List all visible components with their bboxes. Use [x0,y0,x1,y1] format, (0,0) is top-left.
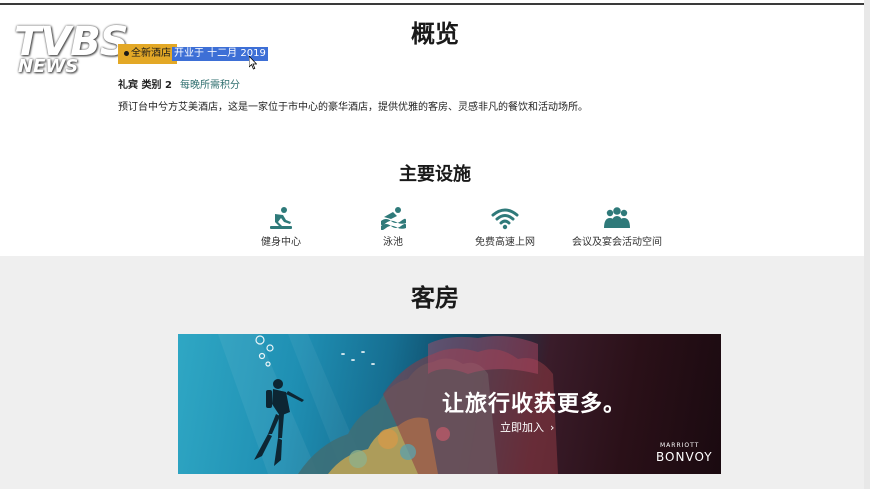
marriott-bonvoy-banner[interactable]: 让旅行收获更多。 立即加入 › MARRIOTT BONVOY [178,334,721,474]
badge-label: 全新酒店 [131,48,171,59]
amenity-meeting: 会议及宴会活动空间 [557,206,677,248]
amenity-pool: 泳池 [333,206,453,248]
amenities-title: 主要设施 [399,164,471,185]
pool-icon [381,207,406,230]
amenity-label: 免费高速上网 [475,237,535,248]
elite-category-label: 礼宾 类别 2 [118,80,172,91]
bonvoy-wordmark: BONVOY [656,450,713,464]
amenity-label: 会议及宴会活动空间 [572,237,662,248]
scrollbar-track[interactable] [864,0,870,489]
amenity-wifi: 免费高速上网 [445,206,565,248]
new-hotel-badge: 全新酒店 [118,44,177,64]
banner-headline: 让旅行收获更多。 [442,392,627,417]
amenity-label: 健身中心 [261,237,301,248]
meeting-icon [604,207,630,228]
wifi-icon [491,208,519,230]
join-now-label: 立即加入 [500,421,544,434]
badge-dot-icon [124,50,129,56]
rooms-title: 客房 [411,284,459,312]
marriott-wordmark: MARRIOTT [660,442,700,449]
amenity-label: 泳池 [383,237,403,248]
hotel-description: 预订台中兮方艾美酒店，这是一家位于市中心的豪华酒店，提供优雅的客房、灵感非凡的餐… [118,102,588,113]
top-border [0,3,870,5]
points-per-night-link[interactable]: 每晚所需积分 [180,76,240,91]
watermark-sub: NEWS [18,56,79,77]
join-now-link[interactable]: 立即加入 › [500,419,554,435]
fitness-icon [270,207,292,229]
chevron-right-icon: › [550,421,555,434]
amenity-fitness: 健身中心 [221,206,341,248]
mouse-cursor-icon [249,56,257,70]
